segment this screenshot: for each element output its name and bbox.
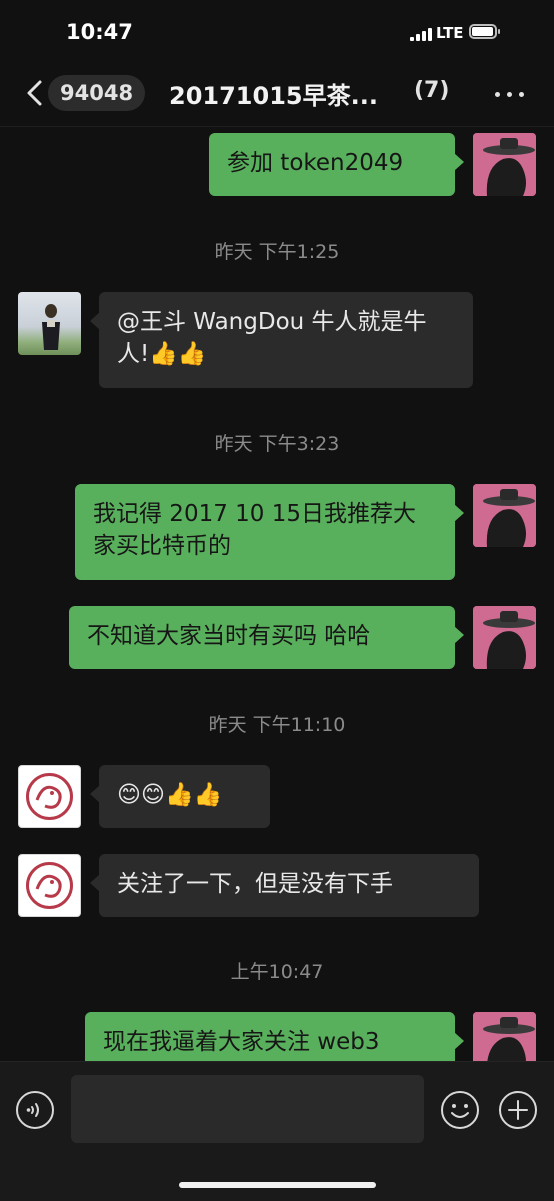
- battery-icon: [469, 24, 500, 39]
- emoji-icon[interactable]: [440, 1090, 480, 1130]
- voice-icon[interactable]: [15, 1090, 55, 1130]
- status-bar: 10:47 LTE: [0, 0, 554, 62]
- member-avatar[interactable]: [18, 765, 81, 828]
- message-bubble[interactable]: 现在我逼着大家关注 web3: [85, 1012, 464, 1061]
- message-bubble[interactable]: 参加 token2049: [209, 133, 464, 196]
- composer-bar: [0, 1061, 554, 1201]
- network-label: LTE: [436, 24, 464, 42]
- my-avatar[interactable]: [473, 1012, 536, 1061]
- member-avatar[interactable]: [18, 854, 81, 917]
- message-input[interactable]: [71, 1075, 424, 1143]
- message-bubble[interactable]: 我记得 2017 10 15日我推荐大家买比特币的: [75, 484, 464, 580]
- timestamp: 昨天 下午11:10: [208, 714, 346, 736]
- chat-header: 94048 20171015早茶... (7): [0, 62, 554, 127]
- timestamp: 昨天 下午1:25: [214, 241, 340, 263]
- timestamp: 昨天 下午3:23: [214, 433, 340, 455]
- signal-icon: [410, 28, 432, 41]
- plus-icon[interactable]: [498, 1090, 538, 1130]
- more-dots-icon[interactable]: [492, 82, 528, 106]
- unread-count-badge[interactable]: 94048: [48, 75, 146, 111]
- chat-title: 20171015早茶...: [169, 82, 378, 110]
- my-avatar[interactable]: [473, 133, 536, 196]
- message-list[interactable]: 参加 token2049 昨天 下午1:25 @王斗 WangDou 牛人就是牛…: [0, 127, 554, 1061]
- timestamp: 上午10:47: [230, 961, 324, 983]
- member-count: (7): [414, 78, 450, 103]
- home-indicator: [179, 1182, 376, 1188]
- member-avatar[interactable]: [18, 292, 81, 355]
- my-avatar[interactable]: [473, 606, 536, 669]
- message-bubble[interactable]: 关注了一下，但是没有下手: [90, 854, 479, 917]
- my-avatar[interactable]: [473, 484, 536, 547]
- message-bubble[interactable]: 😊😊👍👍: [90, 765, 270, 828]
- status-time: 10:47: [66, 20, 133, 44]
- message-bubble[interactable]: 不知道大家当时有买吗 哈哈: [69, 606, 464, 669]
- message-bubble[interactable]: @王斗 WangDou 牛人就是牛人!👍👍: [90, 292, 473, 388]
